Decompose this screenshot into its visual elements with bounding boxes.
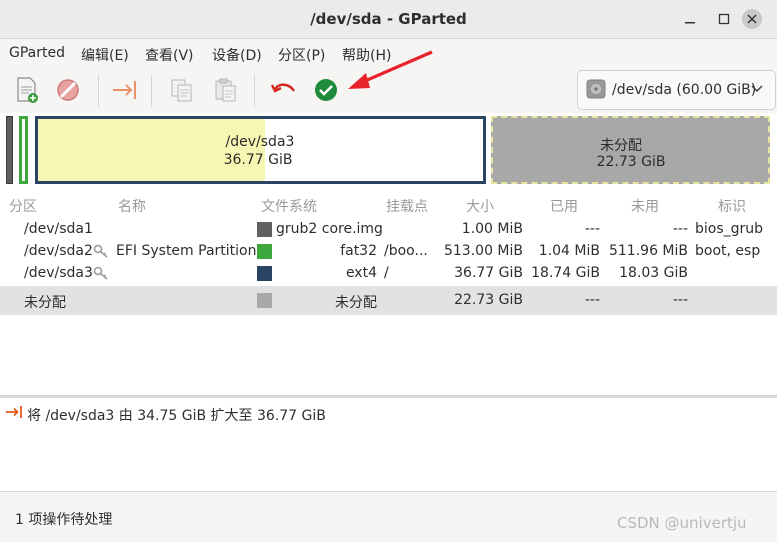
graph-sda3-used-fill (38, 119, 265, 181)
new-partition-button[interactable] (13, 76, 41, 104)
filesystem-color-swatch (257, 244, 272, 259)
graph-sda3-name: /dev/sda3 (225, 134, 295, 150)
cell-used: 1.04 MiB (538, 243, 600, 259)
apply-button[interactable] (312, 76, 340, 104)
cell-flags: boot, esp (695, 243, 761, 259)
cell-size: 22.73 GiB (454, 292, 523, 308)
resize-move-icon (6, 406, 22, 418)
cell-flags: bios_grub (695, 221, 764, 237)
graph-unallocated-size: 22.73 GiB (596, 154, 666, 170)
graph-sda1[interactable] (6, 116, 13, 184)
cell-filesystem: grub2 core.img (276, 221, 383, 237)
device-selector-label: /dev/sda (60.00 GiB) (612, 82, 757, 98)
filesystem-color-swatch (257, 222, 272, 237)
undo-button[interactable] (270, 76, 298, 104)
menu-partition[interactable]: 分区(P) (278, 45, 325, 65)
operation-item[interactable]: 将 /dev/sda3 由 34.75 GiB 扩大至 36.77 GiB (27, 405, 326, 425)
resize-move-icon (113, 81, 136, 99)
cell-filesystem: ext4 (345, 265, 377, 281)
toolbar-separator (151, 75, 152, 107)
filesystem-color-swatch (257, 293, 272, 308)
column-unused[interactable]: 未用 (631, 196, 659, 216)
minimize-icon (685, 22, 695, 24)
copy-button[interactable] (168, 76, 196, 104)
cell-unused: --- (672, 221, 688, 237)
menu-device[interactable]: 设备(D) (212, 45, 262, 65)
maximize-button[interactable] (714, 9, 734, 29)
new-partition-icon (17, 77, 38, 103)
pending-count: 1 项操作待处理 (15, 512, 113, 528)
graph-sda2[interactable] (19, 116, 28, 184)
cell-partition: /dev/sda3 (24, 265, 93, 281)
key-icon (93, 266, 108, 280)
paste-button[interactable] (212, 76, 240, 104)
cell-partition: 未分配 (24, 295, 66, 311)
column-flags[interactable]: 标识 (718, 196, 746, 216)
chevron-down-icon (751, 85, 763, 93)
cell-size: 513.00 MiB (443, 243, 523, 259)
menu-view[interactable]: 查看(V) (145, 45, 194, 65)
toolbar-separator (254, 75, 255, 107)
menu-edit[interactable]: 编辑(E) (81, 45, 129, 65)
copy-icon (171, 79, 192, 102)
undo-icon (270, 83, 296, 93)
cell-unused: --- (672, 292, 688, 308)
cell-size: 36.77 GiB (454, 265, 523, 281)
cell-used: 18.74 GiB (531, 265, 600, 281)
key-icon (93, 244, 108, 258)
hard-disk-icon (586, 79, 606, 99)
annotation-arrow (348, 50, 433, 89)
cell-filesystem: 未分配 (335, 295, 377, 311)
minimize-button[interactable] (680, 9, 700, 29)
toolbar-separator (98, 75, 99, 107)
paste-icon (215, 78, 236, 102)
filesystem-color-swatch (257, 266, 272, 281)
column-mountpoint[interactable]: 挂载点 (386, 196, 428, 216)
cell-partition: /dev/sda1 (24, 221, 93, 237)
cell-name: EFI System Partition (116, 243, 257, 259)
close-button[interactable] (742, 9, 762, 29)
menu-gparted[interactable]: GParted (9, 45, 65, 61)
cell-partition: /dev/sda2 (24, 243, 93, 259)
apply-icon (315, 79, 337, 101)
cell-mountpoint: /boo... (384, 243, 428, 259)
column-name[interactable]: 名称 (118, 196, 146, 216)
delete-icon (57, 79, 79, 101)
graph-sda3-size: 36.77 GiB (223, 152, 293, 168)
cell-used: --- (584, 221, 600, 237)
delete-button[interactable] (54, 76, 82, 104)
resize-move-button[interactable] (111, 76, 139, 104)
maximize-icon (718, 13, 730, 25)
column-filesystem[interactable]: 文件系统 (261, 196, 317, 216)
column-size[interactable]: 大小 (466, 196, 494, 216)
cell-mountpoint: / (384, 265, 389, 281)
column-partition[interactable]: 分区 (9, 196, 37, 216)
column-used[interactable]: 已用 (550, 196, 578, 216)
watermark: CSDN @univertju (617, 514, 747, 532)
cell-unused: 18.03 GiB (619, 265, 688, 281)
cell-unused: 511.96 MiB (608, 243, 688, 259)
graph-unallocated-name: 未分配 (600, 138, 642, 154)
cell-used: --- (584, 292, 600, 308)
close-icon (747, 14, 757, 24)
cell-size: 1.00 MiB (461, 221, 523, 237)
cell-filesystem: fat32 (340, 243, 377, 259)
window-title: /dev/sda - GParted (310, 10, 467, 28)
